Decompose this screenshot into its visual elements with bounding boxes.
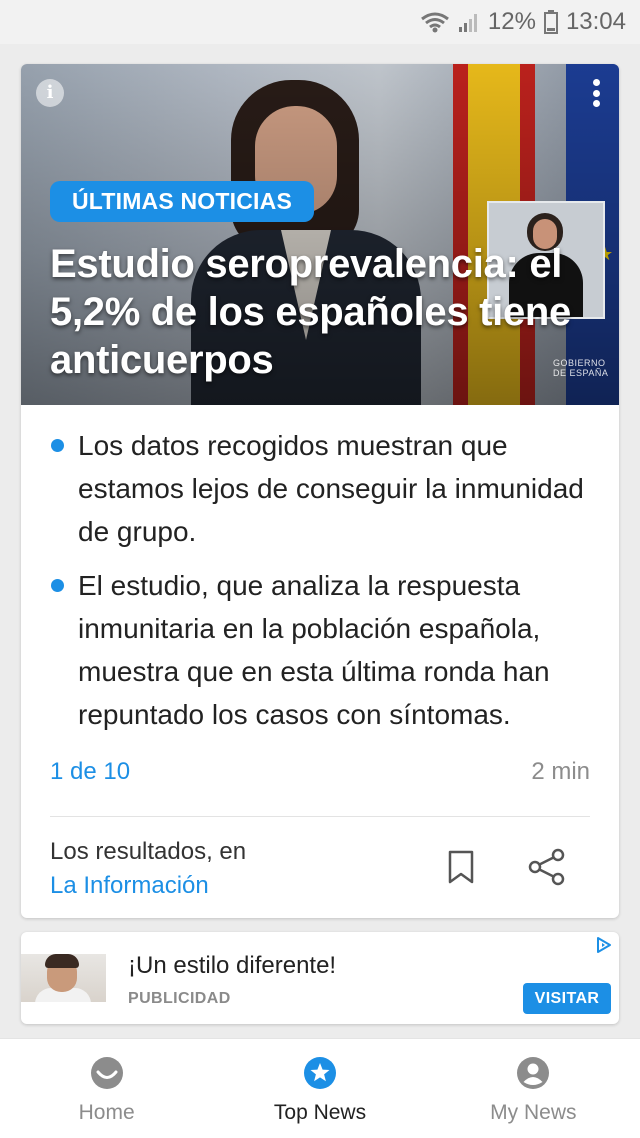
- ad-label: PUBLICIDAD: [128, 990, 231, 1007]
- ad-thumbnail: [21, 954, 106, 1002]
- nav-home[interactable]: Home: [0, 1039, 213, 1138]
- divider: [50, 816, 590, 817]
- battery-percent: 12%: [487, 8, 536, 35]
- nav-label: Home: [78, 1101, 135, 1124]
- ad-title[interactable]: ¡Un estilo diferente!: [128, 952, 336, 980]
- page-indicator: 1 de 10: [50, 758, 131, 785]
- nav-top-news[interactable]: Top News: [213, 1039, 426, 1138]
- status-bar: 12% 13:04: [0, 0, 640, 44]
- bottom-nav: Home Top News My News: [0, 1038, 640, 1138]
- bookmark-icon[interactable]: [447, 850, 475, 884]
- nav-my-news[interactable]: My News: [427, 1039, 640, 1138]
- battery-icon: [543, 10, 558, 34]
- info-icon[interactable]: i: [36, 79, 64, 107]
- source-link[interactable]: La Información: [50, 872, 209, 900]
- article-summary: Los datos recogidos muestran que estamos…: [51, 424, 601, 747]
- share-icon[interactable]: [527, 848, 567, 886]
- article-hero-image[interactable]: ★ ★ ★ GOBIERNO DE ESPAÑA i ÚLTIMAS NOTIC…: [21, 64, 619, 405]
- smile-icon: [90, 1057, 123, 1089]
- summary-bullet: El estudio, que analiza la respuesta inm…: [51, 564, 601, 736]
- read-time: 2 min: [531, 758, 590, 785]
- star-icon: [303, 1057, 336, 1089]
- source-label: Los resultados, en: [50, 838, 247, 865]
- news-card[interactable]: ★ ★ ★ GOBIERNO DE ESPAÑA i ÚLTIMAS NOTIC…: [21, 64, 619, 918]
- visit-button[interactable]: VISITAR: [523, 983, 611, 1014]
- user-icon: [517, 1057, 550, 1089]
- summary-bullet: Los datos recogidos muestran que estamos…: [51, 424, 601, 553]
- ad-banner[interactable]: ¡Un estilo diferente! PUBLICIDAD VISITAR: [21, 932, 619, 1024]
- signal-icon: [458, 14, 477, 32]
- adchoices-icon[interactable]: [595, 936, 613, 954]
- more-options-icon[interactable]: [589, 76, 603, 110]
- nav-label: Top News: [273, 1101, 367, 1124]
- article-headline[interactable]: Estudio seroprevalencia: el 5,2% de los …: [50, 240, 590, 384]
- clock: 13:04: [565, 8, 626, 35]
- breaking-news-badge: ÚLTIMAS NOTICIAS: [50, 181, 314, 222]
- wifi-icon: [420, 12, 449, 33]
- nav-label: My News: [490, 1101, 577, 1124]
